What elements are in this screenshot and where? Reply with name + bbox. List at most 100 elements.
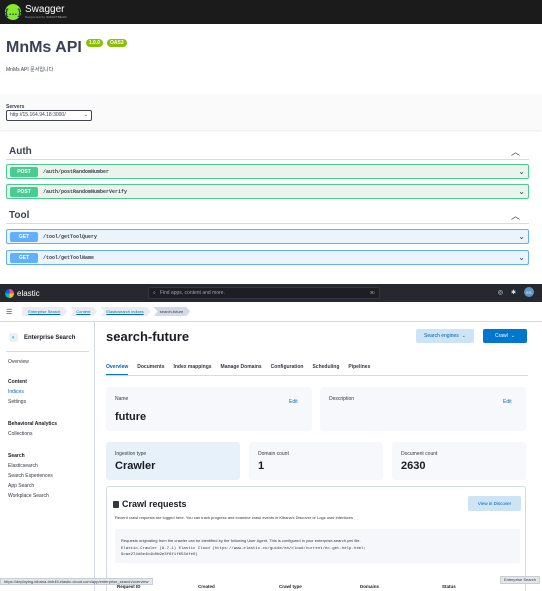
global-search-input[interactable]: ⌕ Find apps, content and more. ⌘/ — [148, 287, 380, 299]
sidebar-group-content: Content — [8, 379, 27, 385]
breadcrumb-indices[interactable]: Elasticsearch indices — [100, 307, 150, 316]
tab-index-mappings[interactable]: Index mappings — [173, 364, 211, 375]
swagger-logo-byline: Supported by SMARTBEAR — [25, 15, 67, 19]
elastic-brand: elastic — [17, 288, 40, 298]
servers-select-value: http://15.164.94.18:3000/ — [10, 112, 66, 118]
description-edit-link[interactable]: Edit — [503, 399, 512, 405]
tabs: Overview Documents Index mappings Manage… — [106, 364, 370, 375]
page-title: search-future — [106, 329, 190, 344]
crawl-label: Crawl — [495, 333, 508, 339]
user-agent-line-1: Elastic-Crawler (8.7.1) Elastic Cloud (h… — [121, 547, 366, 551]
breadcrumb-enterprise-search[interactable]: Enterprise Search — [22, 307, 67, 316]
search-shortcut: ⌘/ — [369, 290, 375, 295]
tabs-underline — [106, 375, 528, 376]
op-get-tool-name[interactable]: GET /tool/getToolName ⌄ — [6, 250, 529, 265]
column-header-crawl-type[interactable]: Crawl type — [279, 584, 302, 589]
column-header-domains[interactable]: Domains — [360, 584, 379, 589]
main-content: search-future Search engines ⌄ Crawl ⌄ O… — [96, 322, 542, 591]
news-icon[interactable]: ✱ — [511, 289, 516, 296]
swagger-ui-panel: {…} Swagger Supported by SMARTBEAR MnMs … — [0, 0, 542, 278]
sidebar-item-search-experiences[interactable]: Search Experiences — [8, 473, 53, 479]
description-label: Description — [329, 396, 355, 402]
servers-select[interactable]: http://15.164.94.18:3000/ ⌄ — [6, 110, 92, 121]
sidebar-header: ◐ Enterprise Search — [9, 333, 75, 342]
sidebar-item-app-search[interactable]: App Search — [8, 483, 34, 489]
name-label: Name — [115, 396, 129, 402]
api-title: MnMs API — [6, 39, 82, 56]
search-placeholder: Find apps, content and more. — [159, 290, 225, 296]
section-divider — [6, 223, 529, 224]
name-card: Name future Edit — [106, 387, 312, 431]
tab-scheduling[interactable]: Scheduling — [312, 364, 339, 375]
breadcrumb-content[interactable]: Content — [70, 307, 97, 316]
breadcrumb: Enterprise Search Content Elasticsearch … — [22, 307, 190, 316]
op-path: /tool/getToolQuery — [43, 233, 98, 240]
swagger-topbar: {…} Swagger Supported by SMARTBEAR — [0, 0, 542, 24]
search-engines-label: Search engines — [424, 333, 459, 339]
sidebar-item-indices[interactable]: Indices — [8, 389, 24, 395]
chevron-up-icon[interactable]: ︿ — [511, 145, 520, 158]
tab-configuration[interactable]: Configuration — [271, 364, 304, 375]
section-auth-title[interactable]: Auth — [9, 146, 32, 157]
column-header-created[interactable]: Created — [198, 584, 215, 589]
api-title-row: MnMs API 1.0.0 OAS3 — [6, 39, 127, 57]
chevron-up-icon[interactable]: ︿ — [511, 209, 520, 222]
avatar[interactable]: ES — [524, 287, 534, 297]
ingestion-type-label: Ingestion type — [115, 451, 147, 457]
breadcrumb-current: search-future — [154, 307, 191, 316]
enterprise-search-icon: ◐ — [9, 333, 18, 342]
search-icon: ⌕ — [153, 290, 156, 296]
view-in-discover-button[interactable]: View in Discover — [468, 496, 521, 511]
help-icon[interactable]: ◎ — [498, 289, 503, 296]
method-badge: GET — [10, 231, 38, 242]
sidebar-item-settings[interactable]: Settings — [8, 399, 26, 405]
menu-icon[interactable]: ☰ — [6, 308, 12, 316]
sidebar-item-overview[interactable]: Overview — [8, 359, 29, 365]
tab-manage-domains[interactable]: Manage Domains — [221, 364, 262, 375]
sidebar-group-analytics: Behavioral Analytics — [8, 421, 58, 427]
crawl-button[interactable]: Crawl ⌄ — [483, 329, 527, 343]
name-edit-link[interactable]: Edit — [289, 399, 298, 405]
sidebar: ◐ Enterprise Search Overview Content Ind… — [0, 322, 95, 591]
sidebar-group-search: Search — [8, 453, 25, 459]
sidebar-item-collections[interactable]: Collections — [8, 431, 32, 437]
tab-documents[interactable]: Documents — [137, 364, 164, 375]
user-agent-callout: Requests originating from the crawler ca… — [115, 529, 520, 563]
tab-overview[interactable]: Overview — [106, 364, 129, 375]
op-path: /tool/getToolName — [43, 254, 95, 261]
crawl-requests-title: Crawl requests — [122, 499, 187, 509]
api-description: MnMs API 문서입니다 — [6, 67, 54, 73]
user-agent-line-2: 9cae274d8e4b4b0b9e3f6f1f653dfe0) — [121, 553, 198, 557]
swagger-logo-icon: {…} — [5, 4, 21, 20]
tooltip: Enterprise Search — [500, 576, 541, 584]
document-count-label: Document count — [401, 451, 438, 457]
chevron-down-icon: ⌄ — [518, 253, 525, 262]
crawl-requests-heading: Crawl requests — [113, 499, 187, 509]
domain-count-value: 1 — [258, 460, 265, 472]
chevron-down-icon: ⌄ — [518, 187, 525, 196]
kibana-header: elastic ⌕ Find apps, content and more. ⌘… — [0, 284, 542, 302]
swagger-logo[interactable]: {…} Swagger Supported by SMARTBEAR — [5, 4, 67, 20]
name-value: future — [115, 411, 147, 423]
op-path: /auth/postRandomNumberVerify — [43, 188, 128, 195]
search-engines-button[interactable]: Search engines ⌄ — [416, 329, 474, 343]
sidebar-item-elasticsearch[interactable]: Elasticsearch — [8, 463, 38, 469]
column-header-status[interactable]: Status — [442, 584, 456, 589]
elastic-logo[interactable]: elastic — [5, 288, 40, 298]
sidebar-title: Enterprise Search — [24, 334, 76, 341]
document-count-card: Document count 2630 — [392, 442, 526, 480]
method-badge: POST — [10, 186, 38, 197]
op-post-random-number[interactable]: POST /auth/postRandomNumber ⌄ — [6, 164, 529, 179]
section-divider — [6, 159, 529, 160]
callout-text: Requests originating from the crawler ca… — [121, 538, 361, 543]
op-get-tool-query[interactable]: GET /tool/getToolQuery ⌄ — [6, 229, 529, 244]
chevron-down-icon: ⌄ — [518, 232, 525, 241]
oas-badge: OAS3 — [106, 39, 127, 47]
op-post-random-number-verify[interactable]: POST /auth/postRandomNumberVerify ⌄ — [6, 184, 529, 199]
ingestion-type-value: Crawler — [115, 460, 156, 472]
sidebar-item-workplace-search[interactable]: Workplace Search — [8, 493, 49, 499]
section-tool-title[interactable]: Tool — [9, 210, 29, 221]
crawl-requests-subtitle: Recent crawl requests are logged here. Y… — [115, 515, 353, 520]
tab-pipelines[interactable]: Pipelines — [348, 364, 370, 375]
ingestion-type-card: Ingestion type Crawler — [106, 442, 240, 480]
